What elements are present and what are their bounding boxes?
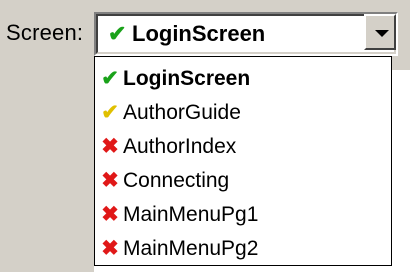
dropdown-button[interactable] [364,14,396,50]
list-item[interactable]: ✔ AuthorGuide [101,97,241,129]
x-icon: ✖ [101,237,119,260]
list-item[interactable]: ✖ MainMenuPg1 [101,199,258,231]
x-icon: ✖ [101,203,119,226]
list-item-label: MainMenuPg2 [123,237,259,260]
combobox-value-text: LoginScreen [132,21,266,46]
check-icon: ✔ [101,101,119,124]
combobox-value: ✔ LoginScreen [108,20,265,48]
list-item-label: AuthorGuide [123,101,241,124]
check-icon: ✔ [108,21,127,46]
left-background [0,70,94,272]
list-item-label: Connecting [123,169,230,192]
list-item[interactable]: ✖ Connecting [101,165,229,197]
chevron-down-icon [375,30,389,37]
screen-label: Screen: [6,20,84,45]
check-icon: ✔ [101,67,119,90]
screen-selector-panel: Screen: ✔ LoginScreen ✔ LoginScreen ✔ Autho… [0,0,410,272]
list-item[interactable]: ✔ LoginScreen [101,63,250,95]
list-item-label: MainMenuPg1 [123,203,259,226]
list-item-label: AuthorIndex [123,135,237,158]
screen-combobox[interactable]: ✔ LoginScreen [94,12,398,56]
x-icon: ✖ [101,135,119,158]
list-item-label: LoginScreen [123,67,251,90]
list-item[interactable]: ✖ MainMenuPg2 [101,233,258,265]
x-icon: ✖ [101,169,119,192]
list-item[interactable]: ✖ AuthorIndex [101,131,236,163]
dropdown-list[interactable]: ✔ LoginScreen ✔ AuthorGuide ✖ AuthorIndex ✖… [94,56,392,266]
